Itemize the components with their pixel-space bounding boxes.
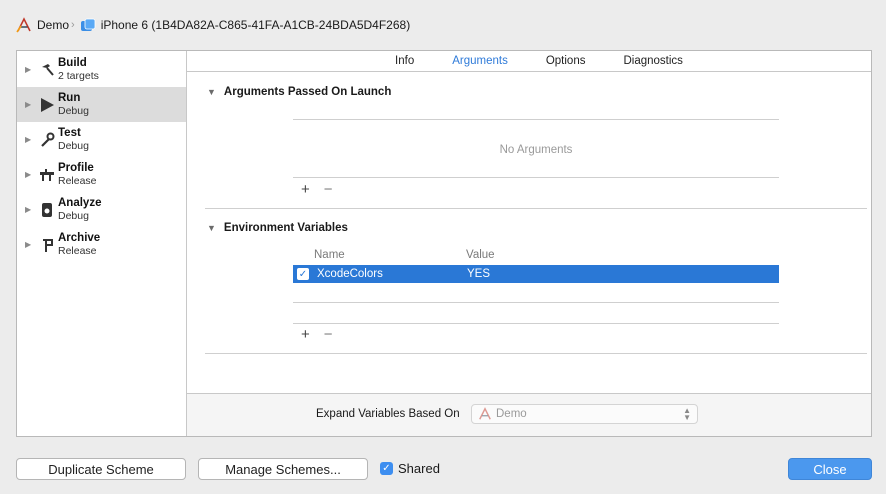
add-env-var-button[interactable]: +	[301, 327, 310, 342]
expand-variables-label: Expand Variables Based On	[316, 408, 460, 420]
env-section-header[interactable]: ▼ Environment Variables	[207, 222, 348, 234]
arguments-section-header[interactable]: ▼ Arguments Passed On Launch	[207, 86, 391, 98]
up-down-chevron-icon: ▲ ▼	[683, 406, 691, 422]
sidebar-item-title: Test	[58, 126, 81, 139]
disclosure-triangle-icon[interactable]: ▶	[25, 240, 35, 249]
sidebar-item-subtitle: Release	[58, 244, 97, 257]
disclosure-triangle-icon[interactable]: ▼	[207, 223, 216, 233]
divider	[293, 177, 779, 178]
sidebar-item-archive[interactable]: ▶ Archive Release	[17, 227, 186, 262]
sidebar-item-subtitle: 2 targets	[58, 69, 99, 82]
shared-checkbox[interactable]: ✓	[380, 462, 393, 475]
env-var-name[interactable]: XcodeColors	[317, 268, 467, 280]
sidebar-item-build[interactable]: ▶ Build 2 targets	[17, 52, 186, 87]
divider	[293, 302, 779, 303]
play-icon	[39, 97, 55, 113]
env-enabled-checkbox[interactable]: ✓	[297, 268, 309, 280]
xcode-app-icon	[478, 407, 492, 421]
breadcrumb-device[interactable]: iPhone 6 (1B4DA82A-C865-41FA-A1CB-24BDA5…	[80, 18, 411, 32]
duplicate-scheme-button[interactable]: Duplicate Scheme	[16, 458, 186, 480]
env-column-value[interactable]: Value	[466, 249, 495, 261]
disclosure-triangle-icon[interactable]: ▶	[25, 170, 35, 179]
section-divider	[205, 208, 867, 209]
disclosure-triangle-icon[interactable]: ▶	[25, 65, 35, 74]
manage-schemes-button[interactable]: Manage Schemes...	[198, 458, 368, 480]
sidebar-item-subtitle: Debug	[58, 209, 89, 222]
wrench-icon	[39, 132, 55, 148]
sidebar-item-profile[interactable]: ▶ Profile Release	[17, 157, 186, 192]
archive-icon	[39, 237, 55, 253]
sidebar-item-subtitle: Debug	[58, 104, 89, 117]
sidebar-item-title: Profile	[58, 161, 94, 174]
divider	[293, 119, 779, 120]
analyze-icon	[39, 202, 55, 218]
tab-bar: Info Arguments Options Diagnostics	[187, 51, 871, 72]
sidebar-item-analyze[interactable]: ▶ Analyze Debug	[17, 192, 186, 227]
sidebar-item-subtitle: Debug	[58, 139, 89, 152]
env-add-remove: + −	[301, 327, 333, 342]
sidebar-item-test[interactable]: ▶ Test Debug	[17, 122, 186, 157]
disclosure-triangle-icon[interactable]: ▶	[25, 100, 35, 109]
scheme-breadcrumb: Demo › iPhone 6 (1B4DA82A-C865-41FA-A1CB…	[0, 0, 886, 50]
breadcrumb-project-label: Demo	[37, 18, 70, 32]
instruments-icon	[39, 167, 55, 183]
sidebar-item-title: Analyze	[58, 196, 102, 209]
tab-info[interactable]: Info	[376, 55, 433, 67]
section-divider	[205, 353, 867, 354]
disclosure-triangle-icon[interactable]: ▶	[25, 205, 35, 214]
close-button[interactable]: Close	[788, 458, 872, 480]
shared-toggle[interactable]: ✓ Shared	[380, 461, 440, 476]
breadcrumb-device-label: iPhone 6 (1B4DA82A-C865-41FA-A1CB-24BDA5…	[100, 18, 411, 32]
expand-variables-strip: Expand Variables Based On Demo ▲ ▼	[187, 393, 871, 436]
sidebar-item-title: Archive	[58, 231, 101, 244]
disclosure-triangle-icon[interactable]: ▼	[207, 87, 216, 97]
table-row[interactable]: ✓ XcodeColors YES	[293, 265, 779, 283]
tab-options[interactable]: Options	[527, 55, 605, 67]
hammer-icon	[39, 62, 55, 78]
sidebar-item-run[interactable]: ▶ Run Debug	[17, 87, 186, 122]
disclosure-triangle-icon[interactable]: ▶	[25, 135, 35, 144]
arguments-add-remove: + −	[301, 182, 333, 197]
scheme-actions-sidebar: ▶ Build 2 targets ▶ Run Debug ▶ Test Deb…	[17, 51, 187, 436]
add-argument-button[interactable]: +	[301, 182, 310, 197]
env-var-value[interactable]: YES	[467, 268, 490, 280]
remove-env-var-button[interactable]: −	[324, 327, 333, 342]
arguments-section-title: Arguments Passed On Launch	[223, 86, 392, 98]
sidebar-item-subtitle: Release	[58, 174, 97, 187]
shared-label: Shared	[398, 461, 440, 476]
scheme-detail-pane: Info Arguments Options Diagnostics ▼ Arg…	[187, 51, 871, 436]
env-section-title: Environment Variables	[223, 222, 348, 234]
scheme-editor-panel: ▶ Build 2 targets ▶ Run Debug ▶ Test Deb…	[16, 50, 872, 437]
sidebar-item-title: Build	[58, 56, 87, 69]
remove-argument-button[interactable]: −	[324, 182, 333, 197]
sidebar-item-title: Run	[58, 91, 81, 104]
breadcrumb-project[interactable]: Demo	[16, 17, 69, 33]
tab-diagnostics[interactable]: Diagnostics	[604, 55, 701, 67]
env-column-name[interactable]: Name	[314, 249, 345, 261]
xcode-app-icon	[16, 17, 32, 33]
tab-arguments[interactable]: Arguments	[433, 55, 527, 67]
expand-variables-value: Demo	[496, 408, 527, 420]
no-arguments-placeholder: No Arguments	[499, 144, 573, 156]
simulator-icon	[80, 18, 96, 32]
divider	[293, 323, 779, 324]
expand-variables-popup[interactable]: Demo ▲ ▼	[471, 404, 698, 424]
chevron-right-icon: ›	[71, 19, 75, 31]
